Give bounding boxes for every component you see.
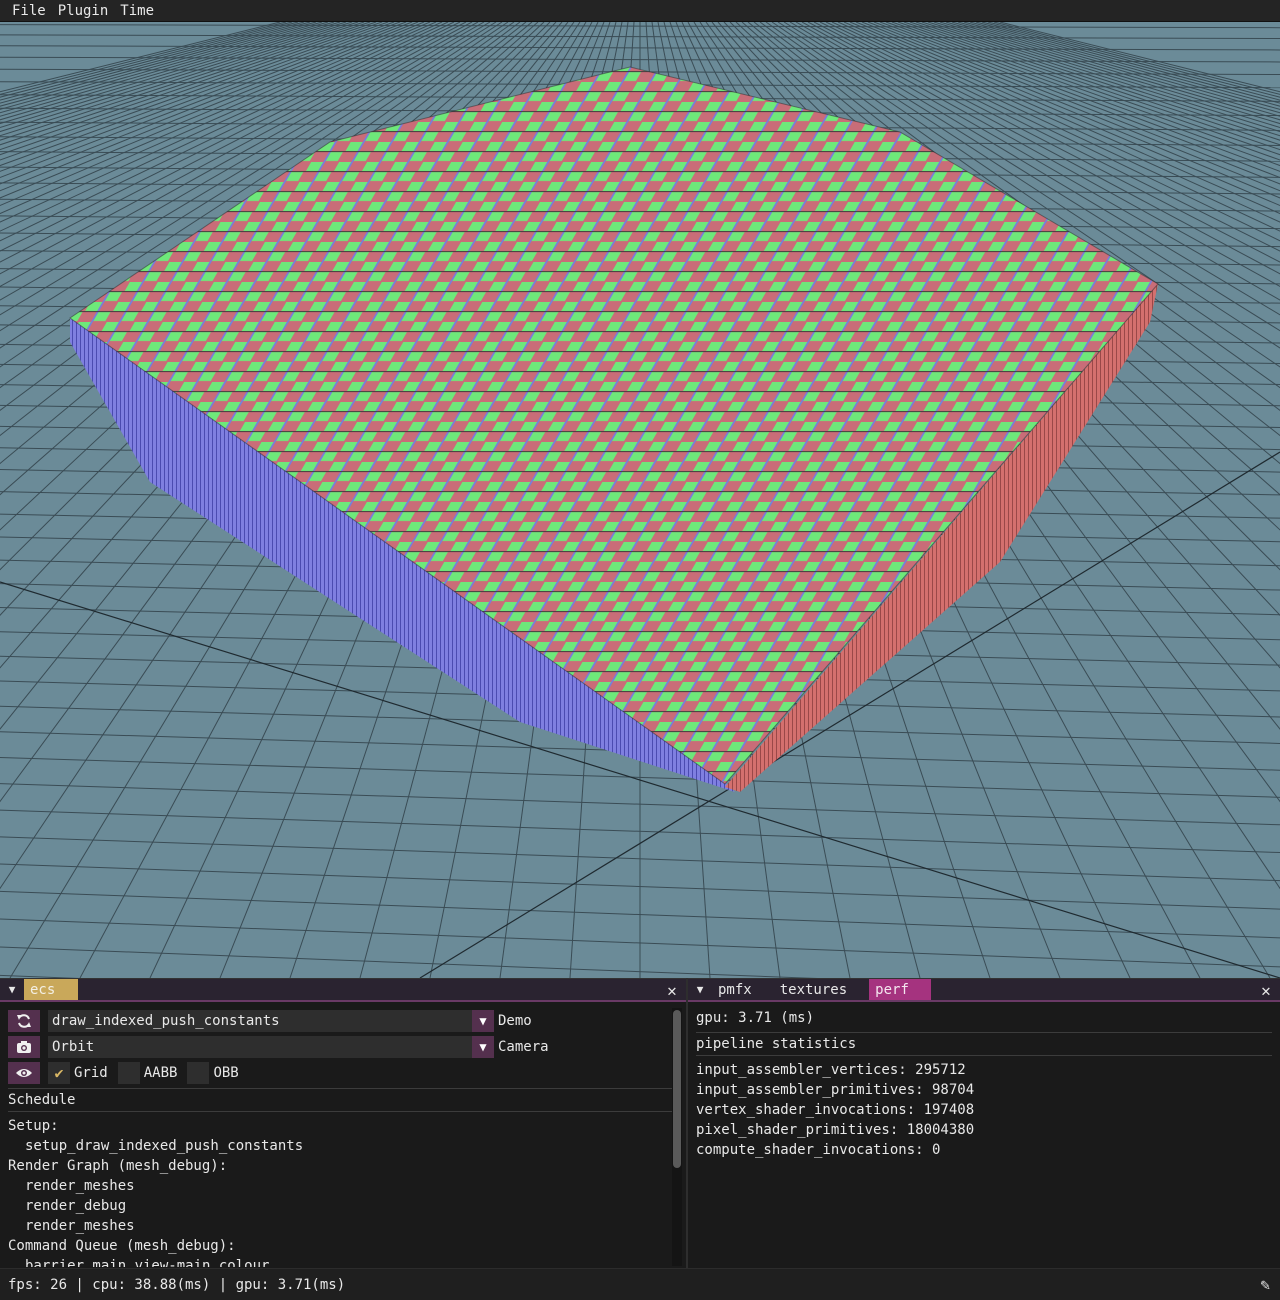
- list-item: render_meshes: [25, 1218, 135, 1234]
- perf-panel-body: gpu: 3.71 (ms) pipeline statistics input…: [688, 1002, 1280, 1267]
- gpu-time: gpu: 3.71 (ms): [696, 1010, 815, 1026]
- pen-icon[interactable]: ✎: [1260, 1275, 1270, 1294]
- refresh-icon: [17, 1014, 31, 1028]
- close-icon[interactable]: ✕: [664, 981, 680, 1000]
- menu-plugin[interactable]: Plugin: [54, 0, 117, 22]
- stat-line: pixel_shader_primitives: 18004380: [696, 1122, 975, 1138]
- 3d-viewport[interactable]: [0, 22, 1280, 978]
- scrollbar[interactable]: [672, 1008, 682, 1266]
- visibility-button[interactable]: [8, 1062, 40, 1084]
- stat-line: vertex_shader_invocations: 197408: [696, 1102, 975, 1118]
- grid-label: Grid: [74, 1065, 108, 1081]
- menu-time[interactable]: Time: [116, 0, 162, 22]
- perf-tabbar: ▼ pmfx textures perf ✕: [688, 979, 1280, 1002]
- collapse-arrow-icon[interactable]: ▼: [0, 979, 24, 1000]
- demo-label: Demo: [498, 1013, 532, 1029]
- scrollbar-thumb[interactable]: [673, 1010, 681, 1168]
- visibility-row: ✔ Grid AABB OBB: [8, 1060, 678, 1086]
- demo-select[interactable]: draw_indexed_push_constants ▼: [48, 1010, 494, 1032]
- list-item: barrier main view-main colour: [25, 1258, 270, 1267]
- list-item: render_debug: [25, 1198, 127, 1214]
- aabb-label: AABB: [143, 1065, 178, 1081]
- tab-pmfx[interactable]: pmfx: [712, 979, 758, 1000]
- pipeline-stats-title: pipeline statistics: [696, 1032, 1272, 1056]
- schedule-title: Schedule: [8, 1088, 678, 1112]
- collapse-arrow-icon[interactable]: ▼: [688, 979, 712, 1000]
- menu-file[interactable]: File: [0, 0, 54, 22]
- list-item: render_meshes: [25, 1178, 135, 1194]
- perf-panel: ▼ pmfx textures perf ✕ gpu: 3.71 (ms) pi…: [688, 978, 1280, 1268]
- eye-icon: [16, 1069, 32, 1077]
- camera-row: Orbit ▼ Camera: [8, 1034, 678, 1060]
- ecs-panel: ▼ ecs ✕ draw_indexed_push_constants ▼ De…: [0, 978, 686, 1268]
- stat-line: input_assembler_primitives: 98704: [696, 1082, 975, 1098]
- list-item: Setup:: [8, 1118, 59, 1134]
- chevron-down-icon[interactable]: ▼: [472, 1010, 494, 1032]
- schedule-list: Setup: setup_draw_indexed_push_constants…: [8, 1116, 678, 1267]
- camera-button[interactable]: [8, 1036, 40, 1058]
- check-icon: ✔: [54, 1064, 64, 1082]
- demo-select-value: draw_indexed_push_constants: [52, 1013, 280, 1029]
- status-text: fps: 26 | cpu: 38.88(ms) | gpu: 3.71(ms): [8, 1276, 346, 1293]
- obb-checkbox[interactable]: [187, 1062, 210, 1084]
- menu-bar: File Plugin Time: [0, 0, 1280, 22]
- list-item: Command Queue (mesh_debug):: [8, 1238, 236, 1254]
- ecs-panel-body: draw_indexed_push_constants ▼ Demo Orbit…: [0, 1002, 686, 1267]
- tab-textures[interactable]: textures: [774, 979, 853, 1000]
- obb-label: OBB: [213, 1065, 239, 1081]
- camera-label: Camera: [498, 1039, 549, 1055]
- demo-row: draw_indexed_push_constants ▼ Demo: [8, 1008, 678, 1034]
- reload-button[interactable]: [8, 1010, 40, 1032]
- list-item: Render Graph (mesh_debug):: [8, 1158, 228, 1174]
- stat-line: input_assembler_vertices: 295712: [696, 1062, 966, 1078]
- camera-icon: [17, 1041, 31, 1053]
- chevron-down-icon[interactable]: ▼: [472, 1036, 494, 1058]
- tab-perf[interactable]: perf: [869, 979, 932, 1000]
- close-icon[interactable]: ✕: [1258, 981, 1274, 1000]
- aabb-checkbox[interactable]: [117, 1062, 140, 1084]
- camera-select[interactable]: Orbit ▼: [48, 1036, 494, 1058]
- list-item: setup_draw_indexed_push_constants: [25, 1138, 304, 1154]
- ecs-tabbar: ▼ ecs ✕: [0, 979, 686, 1002]
- tab-ecs[interactable]: ecs: [24, 979, 78, 1000]
- grid-checkbox[interactable]: ✔: [48, 1062, 70, 1084]
- stat-line: compute_shader_invocations: 0: [696, 1142, 941, 1158]
- status-bar: fps: 26 | cpu: 38.88(ms) | gpu: 3.71(ms)…: [0, 1268, 1280, 1300]
- camera-select-value: Orbit: [52, 1039, 95, 1055]
- scene-canvas[interactable]: [0, 22, 1280, 978]
